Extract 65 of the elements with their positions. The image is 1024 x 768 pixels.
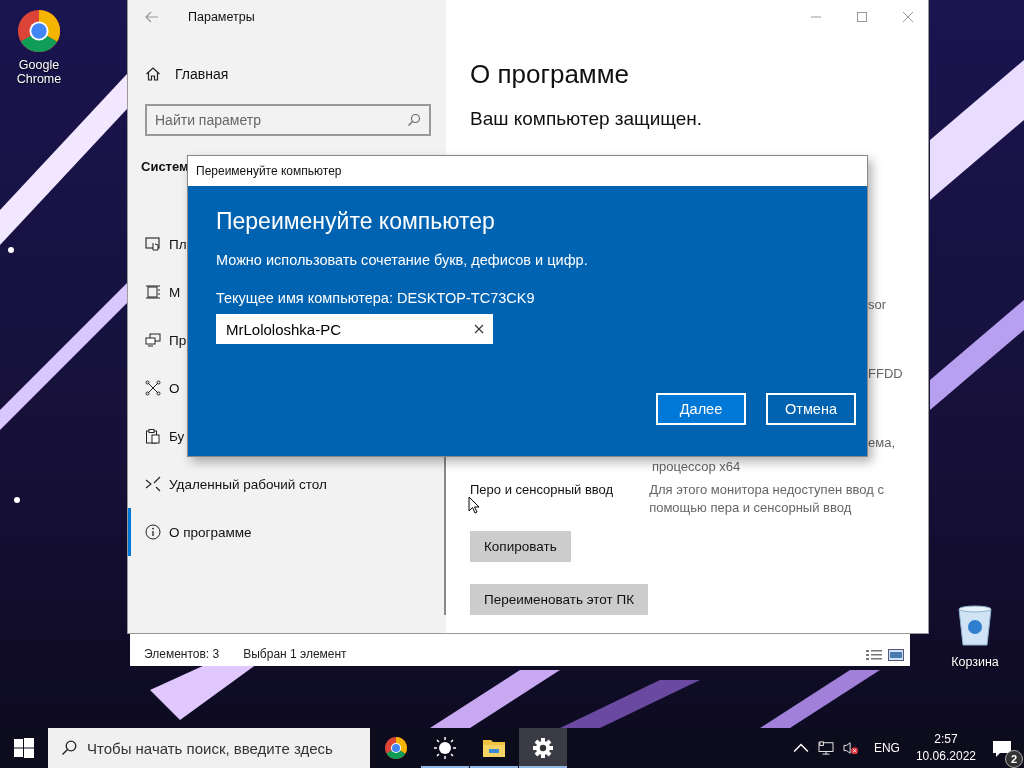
taskbar-search-field[interactable]: Чтобы начать поиск, введите здесь (48, 728, 370, 768)
sun-icon (433, 736, 457, 760)
spec-text: FFDD (868, 366, 903, 381)
start-icon[interactable] (14, 738, 34, 758)
section-heading: Систем (141, 159, 189, 174)
chrome-icon (384, 736, 408, 760)
back-arrow-icon[interactable] (145, 11, 159, 23)
spec-text: процессор x64 (652, 459, 741, 474)
spec-text: sor (868, 297, 887, 312)
copy-button[interactable]: Копировать (470, 531, 571, 562)
spec-label: Перо и сенсорный ввод (470, 482, 614, 497)
mouse-cursor-icon (468, 496, 480, 514)
multitask-icon (145, 284, 161, 300)
maximize-icon[interactable] (856, 11, 868, 23)
chrome-icon[interactable] (16, 8, 62, 54)
current-name-text: Текущее имя компьютера: DESKTOP-TC73CK9 (216, 290, 535, 306)
search-field[interactable]: Найти параметр (145, 104, 431, 136)
tiles-view-icon[interactable] (888, 649, 904, 661)
clipboard-icon (145, 428, 161, 444)
page-heading: О программе (470, 59, 630, 90)
remote-desktop-icon (145, 476, 161, 492)
name-input-field[interactable]: MrLololoshka-PC (216, 314, 493, 344)
nav-item[interactable]: М (128, 268, 181, 316)
home-icon (145, 66, 161, 82)
next-button[interactable]: Далее (656, 393, 746, 425)
details-view-icon[interactable] (866, 649, 882, 661)
spec-text: ема, (868, 435, 895, 450)
notification-icon[interactable] (992, 740, 1012, 758)
home-link[interactable]: Главная (128, 58, 229, 90)
cancel-button[interactable]: Отмена (766, 393, 856, 425)
clear-icon[interactable] (474, 324, 484, 334)
clock-time: 2:57 (934, 731, 958, 748)
close-icon[interactable] (902, 11, 914, 23)
nav-item[interactable]: Бу (128, 412, 185, 460)
dialog-heading: Переименуйте компьютер (216, 208, 495, 235)
nav-item[interactable]: О (128, 364, 180, 412)
shared-experience-icon (145, 380, 161, 396)
desktop-icon-label[interactable]: Google Chrome (11, 58, 67, 86)
notification-badge: 2 (1005, 750, 1023, 768)
clock[interactable]: 2:57 10.06.2022 (915, 731, 976, 765)
project-icon (145, 332, 161, 348)
info-icon (145, 524, 161, 540)
nav-item[interactable]: Пл (128, 220, 187, 268)
taskbar-app-button[interactable] (519, 728, 567, 768)
search-icon (407, 113, 421, 127)
chevron-up-icon[interactable] (792, 741, 809, 755)
spec-value: Для этого монитора недоступен ввод с помощью пера и сенсорный ввод (649, 481, 885, 517)
tablet-icon (145, 236, 161, 252)
dialog-title: Переименуйте компьютер (188, 156, 867, 186)
settings-icon (531, 736, 555, 760)
dialog-hint: Можно использовать сочетание букв, дефисов и цифр. (216, 252, 588, 268)
language-indicator[interactable]: ENG (873, 741, 900, 755)
clock-date: 10.06.2022 (915, 748, 976, 765)
nav-item[interactable]: Удаленный рабочий стол (128, 460, 327, 508)
window-title: Параметры (188, 10, 255, 24)
status-text: Выбран 1 элемент (243, 647, 347, 661)
nav-item[interactable]: Пр (128, 316, 187, 364)
protection-status: Ваш компьютер защищен. (470, 108, 703, 130)
recycle-bin-icon[interactable] (955, 603, 995, 647)
network-icon[interactable] (817, 741, 834, 755)
rename-button[interactable]: Переименовать этот ПК (470, 584, 649, 615)
nav-item[interactable]: О программе (128, 508, 252, 556)
muted-speaker-icon[interactable] (842, 741, 859, 755)
status-text: Элементов: 3 (144, 647, 220, 661)
desktop-icon-label[interactable]: Корзина (940, 655, 1010, 669)
